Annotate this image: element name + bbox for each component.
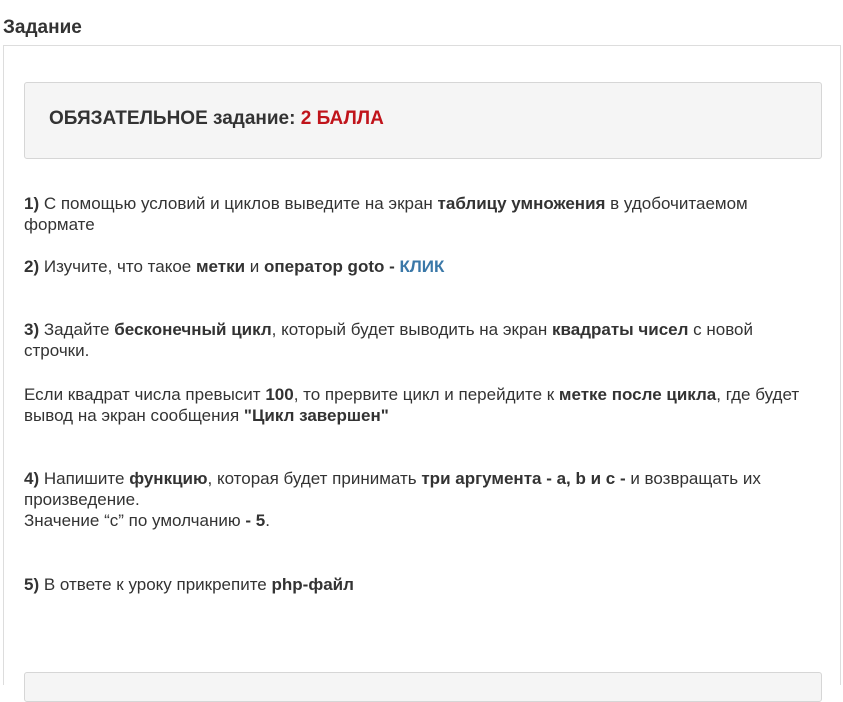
task-3-bold-loop: бесконечный цикл [114, 320, 272, 339]
task-4: 4) Напишите функцию, которая будет прини… [24, 468, 814, 531]
task-5-text: В ответе к уроку прикрепите [39, 575, 272, 594]
task-3-detail-bold-100: 100 [265, 385, 294, 404]
task-1-number: 1) [24, 194, 40, 213]
task-4-bold-args: три аргумента - a, b и c - [421, 469, 626, 488]
task-2-number: 2) [24, 257, 40, 276]
task-3-text-mid: , который будет выводить на экран [271, 320, 552, 339]
points-badge: 2 БАЛЛА [300, 108, 384, 129]
task-2-text-and: и [245, 257, 265, 276]
klik-link[interactable]: КЛИК [399, 257, 444, 276]
next-panel [24, 672, 822, 702]
task-5-bold-file: php-файл [271, 575, 354, 594]
task-3-detail-bold-message: "Цикл завершен" [243, 406, 389, 425]
task-1: 1) С помощью условий и циклов выведите н… [24, 193, 814, 235]
task-1-bold: таблицу умножения [437, 194, 606, 213]
task-3-text: Задайте [39, 320, 115, 339]
task-4-bold-function: функцию [129, 469, 208, 488]
task-4-default-value: - 5 [245, 511, 266, 530]
task-4-default-text: Значение “c” по умолчанию [24, 511, 246, 530]
task-2-bold-goto: оператор goto - [264, 257, 400, 276]
task-3-number: 3) [24, 320, 40, 339]
task-3-detail: Если квадрат числа превысит 100, то прер… [24, 384, 814, 426]
task-panel: ОБЯЗАТЕЛЬНОЕ задание: 2 БАЛЛА 1) С помощ… [3, 45, 841, 702]
task-3-bold-squares: квадраты чисел [552, 320, 689, 339]
task-1-text: С помощью условий и циклов выведите на э… [39, 194, 438, 213]
section-title: Задание [3, 17, 82, 38]
task-3-detail-text: Если квадрат числа превысит [24, 385, 266, 404]
alert-text: ОБЯЗАТЕЛЬНОЕ задание: 2 БАЛЛА [49, 108, 384, 130]
task-3-detail-bold-label: метке после цикла [558, 385, 717, 404]
task-4-number: 4) [24, 469, 40, 488]
task-3: 3) Задайте бесконечный цикл, который буд… [24, 319, 814, 361]
task-2-bold-labels: метки [195, 257, 246, 276]
task-5-number: 5) [24, 575, 40, 594]
task-4-text: Напишите [39, 469, 130, 488]
alert-label: ОБЯЗАТЕЛЬНОЕ задание: [49, 108, 296, 129]
task-5: 5) В ответе к уроку прикрепите php-файл [24, 574, 814, 595]
task-2-text: Изучите, что такое [39, 257, 196, 276]
task-3-detail-text-mid: , то прервите цикл и перейдите к [293, 385, 559, 404]
task-2: 2) Изучите, что такое метки и оператор g… [24, 256, 814, 277]
task-4-text-mid: , которая будет принимать [207, 469, 422, 488]
mandatory-alert: ОБЯЗАТЕЛЬНОЕ задание: 2 БАЛЛА [24, 82, 822, 159]
task-4-period: . [265, 511, 270, 530]
